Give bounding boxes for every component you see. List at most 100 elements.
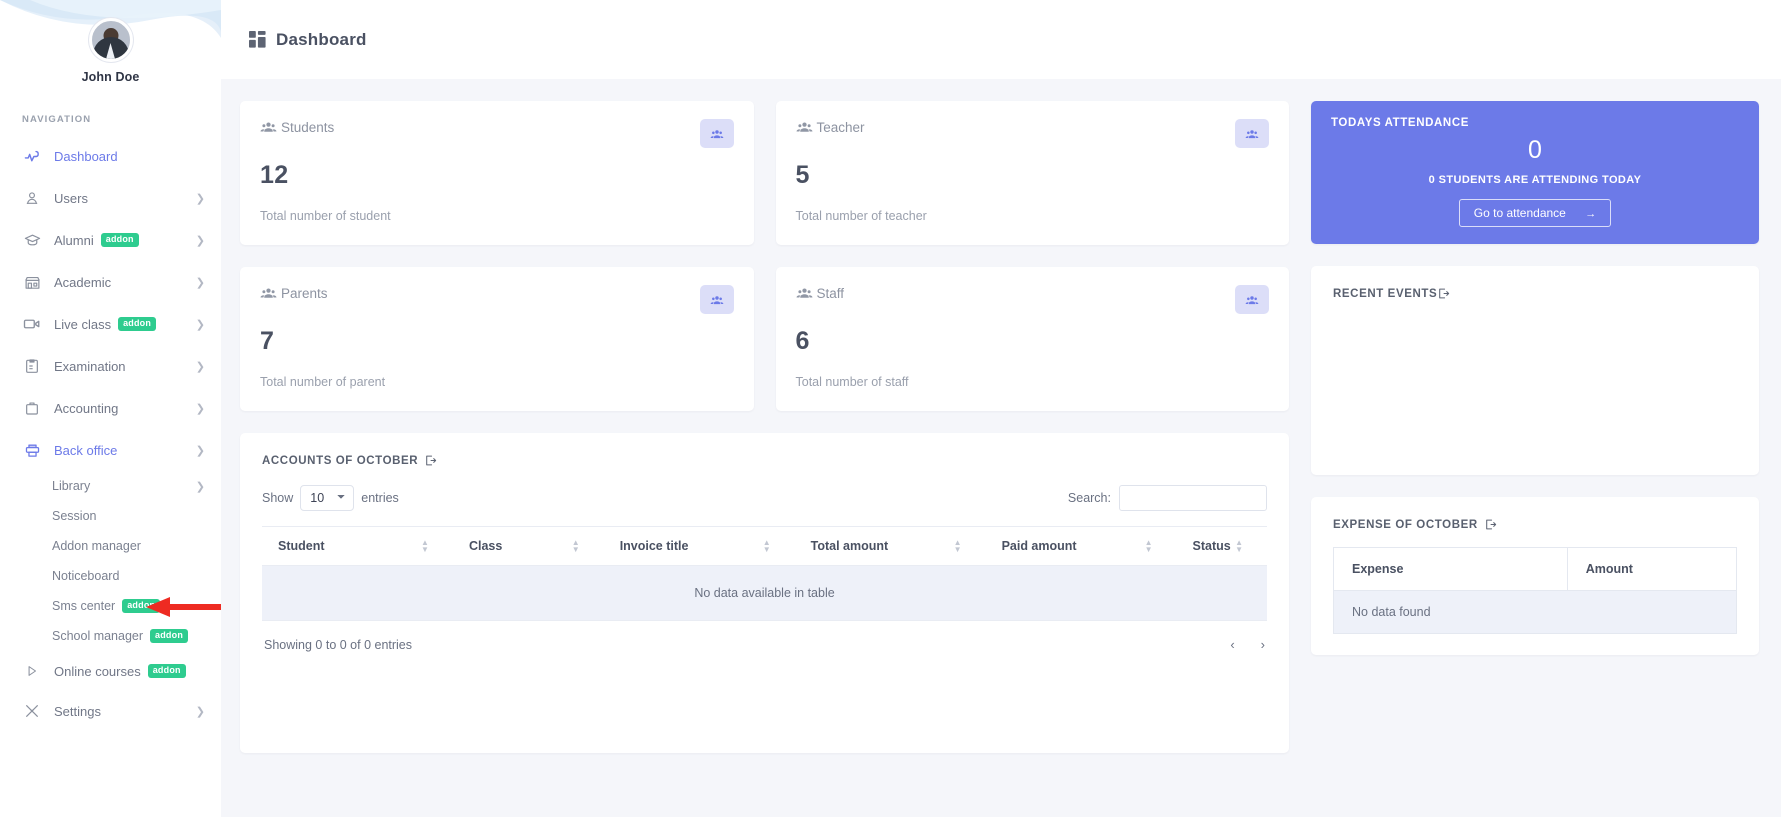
sidebar-subitem-noticeboard[interactable]: Noticeboard <box>0 561 221 591</box>
sidebar-item-dashboard[interactable]: Dashboard <box>0 135 221 177</box>
sidebar-subitem-sms-center[interactable]: Sms center addon <box>0 591 221 621</box>
datatable-length-control: Show 10 25 50 100 entries <box>262 485 399 511</box>
stat-card-staff: Staff 6 Total number of staff <box>775 267 1289 411</box>
expense-table: Expense Amount No data found <box>1333 547 1738 634</box>
stat-title-label: Parents <box>281 286 328 301</box>
page-length-select[interactable]: 10 25 50 100 <box>300 485 355 511</box>
datatable-info: Showing 0 to 0 of 0 entries <box>264 637 413 652</box>
people-icon <box>260 119 277 136</box>
sidebar-subitem-label: Library <box>52 479 91 493</box>
stat-card-students: Students 12 Total number of student <box>240 101 754 245</box>
go-to-attendance-label: Go to attendance <box>1473 206 1566 220</box>
sidebar-item-users[interactable]: Users ❯ <box>0 177 221 219</box>
addon-badge: addon <box>150 629 189 643</box>
column-header-class[interactable]: Class ▲ ▼ <box>452 526 604 566</box>
column-header-amount: Amount <box>1566 547 1738 591</box>
column-header-paid-amount[interactable]: Paid amount ▲ ▼ <box>985 526 1177 566</box>
stat-value: 12 <box>260 161 289 189</box>
addon-badge: addon <box>100 233 139 247</box>
accounts-table-head: Student ▲ ▼ Class ▲ ▼ Invoice title ▲ ▼ … <box>262 526 1267 566</box>
sidebar-subitem-label: Noticeboard <box>52 569 120 583</box>
nav-heading: NAVIGATION <box>22 114 92 125</box>
page-title: Dashboard <box>276 29 367 49</box>
expense-table-head: Expense Amount <box>1333 547 1738 591</box>
people-badge-icon <box>1235 119 1269 148</box>
search-input[interactable] <box>1119 485 1267 511</box>
topbar: Dashboard <box>221 0 1781 79</box>
sidebar-subitem-addon-manager[interactable]: Addon manager <box>0 531 221 561</box>
sort-icon: ▲ ▼ <box>1235 538 1243 554</box>
column-header-student[interactable]: Student ▲ ▼ <box>262 526 453 566</box>
right-column: TODAYS ATTENDANCE 0 0 STUDENTS ARE ATTEN… <box>1311 101 1759 655</box>
go-to-attendance-button[interactable]: Go to attendance → <box>1458 199 1612 227</box>
stat-subtitle: Total number of staff <box>795 375 909 389</box>
column-header-expense: Expense <box>1333 547 1568 591</box>
sidebar-subitem-session[interactable]: Session <box>0 501 221 531</box>
tools-icon <box>22 703 42 719</box>
addon-badge: addon <box>122 599 161 613</box>
people-icon <box>260 285 277 302</box>
empty-message: No data available in table <box>262 565 1267 621</box>
graduation-cap-icon <box>22 232 42 249</box>
sidebar-item-settings[interactable]: Settings ❯ <box>0 691 221 731</box>
recent-events-panel: RECENT EVENTS <box>1311 266 1759 475</box>
sidebar-item-examination[interactable]: Examination ❯ <box>0 345 221 387</box>
external-link-icon[interactable] <box>424 454 437 467</box>
datatable-search-control: Search: <box>1068 485 1267 511</box>
profile-name: John Doe <box>81 70 140 84</box>
sort-icon: ▲ ▼ <box>571 538 580 554</box>
stat-cards-row-2: Parents 7 Total number of parent Staff 6… <box>240 267 1289 411</box>
sidebar-item-label: Back office <box>54 442 118 458</box>
column-header-status[interactable]: Status ▲ ▼ <box>1176 526 1267 566</box>
people-icon <box>796 119 813 136</box>
sidebar-subitem-label: Sms center <box>52 599 116 613</box>
people-badge-icon <box>699 119 734 148</box>
accounts-panel-title: ACCOUNTS OF OCTOBER <box>262 454 419 467</box>
arrow-right-icon: → <box>1585 208 1597 220</box>
video-camera-icon <box>22 315 42 333</box>
sidebar-subitem-label: Session <box>52 509 97 523</box>
table-row: No data found <box>1333 590 1737 634</box>
sidebar-subitem-school-manager[interactable]: School manager addon <box>0 621 221 651</box>
external-link-icon[interactable] <box>1484 518 1497 531</box>
sidebar-item-back-office[interactable]: Back office ❯ <box>0 429 221 471</box>
column-header-total-amount[interactable]: Total amount ▲ ▼ <box>794 526 986 566</box>
chevron-right-icon: ❯ <box>195 360 205 373</box>
pagination-next-button[interactable]: › <box>1261 637 1265 652</box>
recent-events-title-row: RECENT EVENTS <box>1333 287 1737 300</box>
sidebar-item-academic[interactable]: Academic ❯ <box>0 261 221 303</box>
chevron-right-icon: ❯ <box>195 480 205 493</box>
stat-card-parents: Parents 7 Total number of parent <box>240 267 754 411</box>
entries-label: entries <box>361 491 399 505</box>
stat-title-label: Students <box>281 120 335 135</box>
sidebar-item-label: Examination <box>54 358 126 374</box>
attendance-subtitle: 0 STUDENTS ARE ATTENDING TODAY <box>1428 174 1642 186</box>
chevron-right-icon: ❯ <box>195 192 205 205</box>
sidebar-item-live-class[interactable]: Live class addon ❯ <box>0 303 221 345</box>
stat-subtitle: Total number of parent <box>260 375 386 389</box>
stat-value: 6 <box>795 327 810 355</box>
empty-message: No data found <box>1333 590 1737 634</box>
sidebar-item-online-courses[interactable]: Online courses addon <box>0 651 221 691</box>
accounts-header-row: Student ▲ ▼ Class ▲ ▼ Invoice title ▲ ▼ … <box>262 526 1267 566</box>
chevron-down-icon: ❯ <box>195 444 205 457</box>
accounts-table-body: No data available in table <box>262 565 1267 621</box>
sidebar-subitem-library[interactable]: Library ❯ <box>0 471 221 501</box>
sidebar-item-alumni[interactable]: Alumni addon ❯ <box>0 219 221 261</box>
stat-value: 7 <box>260 327 275 355</box>
sidebar-item-label: Settings <box>54 703 101 719</box>
sidebar: John Doe NAVIGATION Dashboard Users ❯ Al… <box>0 0 221 817</box>
dashboard-grid: Students 12 Total number of student Teac… <box>221 101 1781 753</box>
column-header-invoice-title[interactable]: Invoice title ▲ ▼ <box>603 526 795 566</box>
left-column: Students 12 Total number of student Teac… <box>240 101 1289 753</box>
external-link-icon[interactable] <box>1437 287 1450 300</box>
play-triangle-icon <box>22 664 42 678</box>
sort-icon: ▲ ▼ <box>1144 538 1153 554</box>
pagination-prev-button[interactable]: ‹ <box>1230 637 1234 652</box>
datatable-footer: Showing 0 to 0 of 0 entries ‹ › <box>262 621 1267 652</box>
people-badge-icon <box>699 285 734 314</box>
stat-subtitle: Total number of teacher <box>795 209 927 223</box>
search-label: Search: <box>1067 491 1111 505</box>
activity-icon <box>22 148 42 165</box>
sidebar-item-accounting[interactable]: Accounting ❯ <box>0 387 221 429</box>
